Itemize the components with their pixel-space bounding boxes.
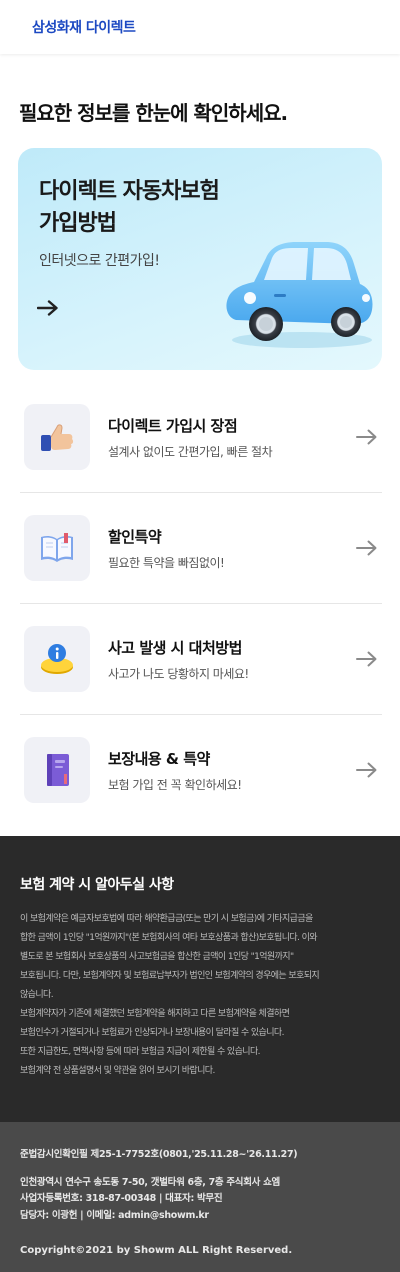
notice-line: 별도로 본 보험회사 보호상품의 사고보험금을 합산한 금액이 1인당 "1억원… — [20, 952, 294, 962]
arrow-right-icon[interactable] — [356, 429, 378, 449]
open-book-icon — [24, 515, 90, 581]
notice-line: 또한 지급한도, 면책사항 등에 따라 보험금 지급이 제한될 수 있습니다. — [20, 1047, 261, 1057]
insurance-notice-section: 보험 계약 시 알아두실 사항 이 보험계약은 예금자보호법에 따라 해약환급금… — [0, 836, 400, 1122]
notice-line: 보험계약 전 상품설명서 및 약관을 읽어 보시기 바랍니다. — [20, 1066, 215, 1076]
arrow-right-icon[interactable] — [356, 762, 378, 782]
company-address: 인천광역시 연수구 송도동 7-50, 갯벌타워 6층, 7층 주식회사 쇼엠 — [20, 1177, 280, 1188]
site-header: 삼성화재 다이렉트 — [0, 0, 400, 54]
menu-item-title: 다이렉트 가입시 장점 — [108, 417, 238, 435]
purple-book-icon — [24, 737, 90, 803]
hero-title-line2: 가입방법 — [39, 211, 117, 236]
thumbs-up-icon — [24, 404, 90, 470]
hero-card-join-guide[interactable]: 다이렉트 자동차보험 가입방법 인터넷으로 간편가입! — [18, 148, 382, 370]
notice-title: 보험 계약 시 알아두실 사항 — [20, 877, 174, 893]
notice-line: 보험인수가 거절되거나 보험료가 인상되거나 보장내용이 달라질 수 있습니다. — [20, 1028, 284, 1038]
blue-car-icon — [214, 236, 380, 360]
menu-item-desc: 필요한 특약을 빠짐없이! — [108, 556, 225, 570]
compliance-review-number: 준법감시인확인필 제25-1-7752호(0801,'25.11.28~'26.… — [20, 1149, 298, 1160]
arrow-right-icon[interactable] — [356, 540, 378, 560]
copyright: Copyright©2021 by Showm ALL Right Reserv… — [20, 1245, 293, 1256]
arrow-right-icon[interactable] — [36, 300, 59, 320]
info-coin-icon — [24, 626, 90, 692]
menu-item-direct-benefits[interactable]: 다이렉트 가입시 장점 설계사 없이도 간편가입, 빠른 절차 — [20, 382, 382, 493]
hero-subtitle: 인터넷으로 간편가입! — [39, 253, 160, 269]
menu-item-title: 할인특약 — [108, 528, 162, 546]
notice-line: 합한 금액이 1인당 "1억원까지"(본 보험회사의 여타 보호상품과 합산)보… — [20, 933, 318, 943]
notice-line: 이 보험계약은 예금자보호법에 따라 해약환급금(또는 만기 시 보험금)에 기… — [20, 914, 313, 924]
notice-line: 보험계약자가 기존에 체결했던 보험계약을 해지하고 다른 보험계약을 체결하면 — [20, 1009, 290, 1019]
menu-item-desc: 보험 가입 전 꼭 확인하세요! — [108, 778, 242, 792]
menu-item-coverage-riders[interactable]: 보장내용 & 특약 보험 가입 전 꼭 확인하세요! — [20, 715, 382, 826]
menu-item-title: 사고 발생 시 대처방법 — [108, 639, 242, 657]
notice-body: 이 보험계약은 예금자보호법에 따라 해약환급금(또는 만기 시 보험금)에 기… — [20, 910, 382, 1081]
business-info: 사업자등록번호: 318-87-00348 | 대표자: 박무진 — [20, 1193, 223, 1204]
menu-item-accident-response[interactable]: 사고 발생 시 대처방법 사고가 나도 당황하지 마세요! — [20, 604, 382, 715]
notice-line: 보호됩니다. 다만, 보험계약자 및 보험료납부자가 법인인 보험계약의 경우에… — [20, 971, 320, 981]
menu-item-desc: 사고가 나도 당황하지 마세요! — [108, 667, 249, 681]
arrow-right-icon[interactable] — [356, 651, 378, 671]
notice-line: 않습니다. — [20, 990, 54, 1000]
menu-item-discount-riders[interactable]: 할인특약 필요한 특약을 빠짐없이! — [20, 493, 382, 604]
site-footer: 준법감시인확인필 제25-1-7752호(0801,'25.11.28~'26.… — [0, 1122, 400, 1272]
hero-title: 다이렉트 자동차보험 가입방법 — [39, 176, 220, 240]
menu-item-desc: 설계사 없이도 간편가입, 빠른 절차 — [108, 445, 273, 459]
page-title: 필요한 정보를 한눈에 확인하세요. — [19, 101, 288, 125]
brand-logo[interactable]: 삼성화재 다이렉트 — [32, 17, 136, 37]
menu-item-title: 보장내용 & 특약 — [108, 750, 210, 768]
hero-title-line1: 다이렉트 자동차보험 — [39, 179, 220, 204]
contact-info: 담당자: 이광헌 | 이메일: admin@showm.kr — [20, 1210, 209, 1221]
